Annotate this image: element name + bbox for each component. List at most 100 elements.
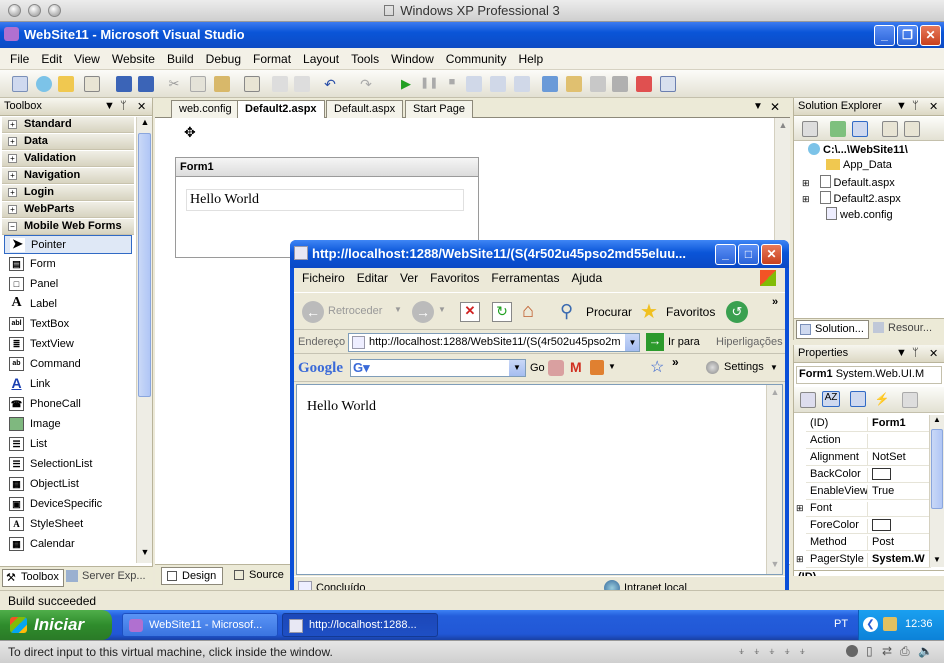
tab-toolbox[interactable]: ⚒ Toolbox	[2, 569, 64, 587]
properties-view-icon[interactable]	[850, 391, 866, 407]
undo-icon[interactable]: ↶	[322, 76, 338, 92]
property-row-method[interactable]: Method Post	[806, 534, 931, 551]
dropdown-icon[interactable]: ▼	[104, 100, 115, 112]
step-out-icon[interactable]	[514, 76, 530, 92]
close-button[interactable]: ✕	[920, 25, 941, 46]
category-webparts[interactable]: + WebParts	[2, 202, 134, 218]
refresh-icon[interactable]	[830, 121, 846, 137]
go-arrow-icon[interactable]: →	[646, 333, 664, 351]
scroll-down-icon[interactable]: ▼	[768, 559, 782, 569]
property-row-id[interactable]: (ID) Form1	[806, 415, 931, 432]
menu-ficheiro[interactable]: Ficheiro	[296, 268, 351, 285]
close-icon[interactable]: ✕	[770, 100, 780, 114]
expand-icon[interactable]: ⊞	[802, 194, 810, 204]
stop-icon[interactable]: ✕	[460, 302, 480, 322]
close-button[interactable]: ✕	[761, 244, 782, 265]
tree-item-default2-aspx[interactable]: ⊞ Default2.aspx	[802, 191, 901, 205]
paste-icon[interactable]	[214, 76, 230, 92]
google-search-input[interactable]: G▾ ▼	[350, 359, 526, 377]
bookmarks-icon[interactable]	[590, 360, 604, 375]
clock[interactable]: 12:36	[905, 618, 933, 630]
scroll-thumb[interactable]	[138, 133, 151, 397]
taskbar-item-visual-studio[interactable]: WebSite11 - Microsof...	[122, 613, 278, 637]
sound-icon[interactable]: 🔈	[918, 644, 933, 658]
network-icon[interactable]	[883, 617, 897, 631]
solution-explorer-icon[interactable]	[566, 76, 582, 92]
property-row-pagerstyle[interactable]: ⊞ PagerStyle System.W	[796, 551, 931, 568]
cut-icon[interactable]: ✂	[166, 76, 182, 92]
view-designer-icon[interactable]	[904, 121, 920, 137]
settings-dropdown-icon[interactable]: ▼	[770, 363, 778, 372]
category-data[interactable]: + Data	[2, 134, 134, 150]
property-pages-icon[interactable]	[902, 392, 918, 408]
toolbox-item-label[interactable]: A Label	[4, 295, 132, 314]
menu-editar[interactable]: Editar	[351, 268, 394, 285]
scroll-up-icon[interactable]: ▲	[138, 117, 152, 132]
tab-design[interactable]: Design	[161, 567, 224, 585]
comment-icon[interactable]	[272, 76, 288, 92]
menu-build[interactable]: Build	[161, 48, 200, 66]
links-button[interactable]: Hiperligações	[716, 336, 783, 348]
tab-web-config[interactable]: web.config	[171, 100, 240, 118]
home-icon[interactable]: ⌂	[522, 300, 534, 323]
menu-view[interactable]: View	[68, 48, 106, 66]
cd-icon[interactable]	[846, 645, 858, 657]
toolbox-item-textview[interactable]: ≣ TextView	[4, 335, 132, 354]
tree-item-web-config[interactable]: web.config	[826, 207, 893, 221]
toolbox-item-phonecall[interactable]: ☎ PhoneCall	[4, 395, 132, 414]
tab-start-page[interactable]: Start Page	[405, 100, 473, 118]
tab-resource-view[interactable]: Resour...	[870, 322, 932, 334]
events-icon[interactable]: ⚡	[874, 392, 890, 408]
forward-dropdown-icon[interactable]: ▼	[438, 305, 446, 314]
stop-icon[interactable]: ■	[444, 76, 460, 92]
tools-icon[interactable]	[612, 76, 628, 92]
toolbox-item-command[interactable]: ab Command	[4, 355, 132, 374]
back-icon[interactable]: ←	[302, 301, 324, 323]
usb-devices-icon[interactable]: ⍖⍖⍖⍖⍖	[738, 644, 814, 659]
expand-icon[interactable]: ⊞	[796, 503, 804, 514]
menu-ferramentas[interactable]: Ferramentas	[485, 268, 565, 285]
menu-format[interactable]: Format	[247, 48, 297, 66]
start-page-icon[interactable]	[660, 76, 676, 92]
tab-server-explorer[interactable]: Server Exp...	[64, 570, 148, 582]
toolbox-icon[interactable]	[636, 76, 652, 92]
toolbox-item-list[interactable]: ☰ List	[4, 435, 132, 454]
toolbar-overflow-icon[interactable]: »	[772, 296, 778, 308]
find-icon[interactable]	[244, 76, 260, 92]
forward-icon[interactable]: →	[412, 301, 434, 323]
tab-source[interactable]: Source	[229, 567, 290, 585]
minimize-button[interactable]: _	[874, 25, 895, 46]
scroll-up-icon[interactable]: ▲	[768, 387, 782, 397]
history-icon[interactable]: ↺	[726, 301, 748, 323]
step-over-icon[interactable]	[490, 76, 506, 92]
start-button[interactable]: Iniciar	[0, 610, 112, 640]
close-icon[interactable]: ✕	[929, 100, 938, 113]
menu-layout[interactable]: Layout	[297, 48, 345, 66]
toolbox-item-form[interactable]: ▤ Form	[4, 255, 132, 274]
property-row-backcolor[interactable]: BackColor	[806, 466, 931, 483]
tab-list-icon[interactable]: ▼	[753, 101, 763, 112]
settings-icon[interactable]	[706, 361, 719, 374]
search-button[interactable]: Procurar	[586, 305, 632, 319]
scroll-up-icon[interactable]: ▲	[776, 120, 790, 130]
pagerank-icon[interactable]	[548, 360, 564, 376]
category-navigation[interactable]: + Navigation	[2, 168, 134, 184]
step-into-icon[interactable]	[466, 76, 482, 92]
tree-item-default-aspx[interactable]: ⊞ Default.aspx	[802, 175, 895, 189]
google-dropdown-icon[interactable]: ▼	[509, 360, 525, 376]
properties-icon[interactable]	[802, 121, 818, 137]
show-hidden-icons-icon[interactable]: ❮	[863, 617, 878, 632]
scroll-thumb[interactable]	[931, 429, 943, 509]
menu-file[interactable]: File	[4, 48, 35, 66]
menu-ajuda[interactable]: Ajuda	[565, 268, 608, 285]
menu-edit[interactable]: Edit	[35, 48, 68, 66]
category-standard[interactable]: + Standard	[2, 117, 134, 133]
language-indicator[interactable]: PT	[834, 618, 848, 630]
menu-tools[interactable]: Tools	[345, 48, 385, 66]
address-input[interactable]: http://localhost:1288/WebSite11/(S(4r502…	[348, 333, 640, 352]
category-validation[interactable]: + Validation	[2, 151, 134, 167]
bookmarks-dropdown-icon[interactable]: ▼	[608, 362, 616, 371]
toolbox-item-textbox[interactable]: abl TextBox	[4, 315, 132, 334]
back-button[interactable]: Retroceder	[328, 305, 382, 317]
disk-icon[interactable]: ▯	[866, 644, 873, 658]
